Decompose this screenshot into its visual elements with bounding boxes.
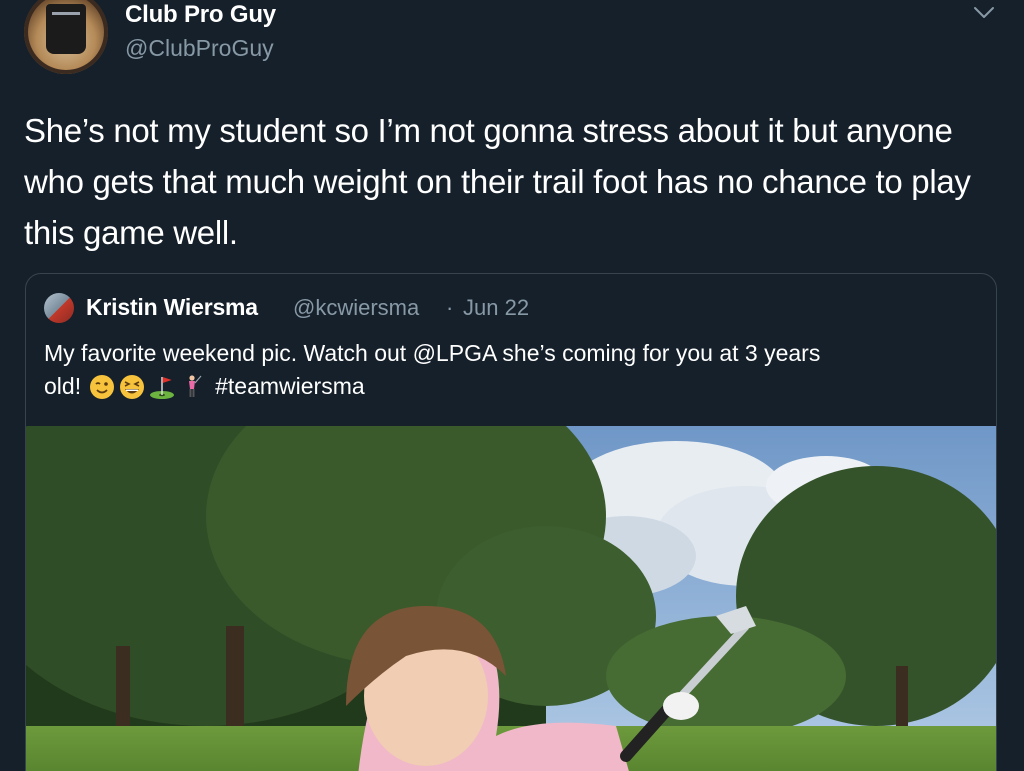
- winking-face-icon: [90, 374, 115, 399]
- quoted-text-old: old!: [44, 373, 82, 399]
- quoted-author-handle: @kcwiersma: [293, 295, 420, 320]
- hashtag-link[interactable]: #teamwiersma: [215, 370, 365, 403]
- chevron-down-icon[interactable]: [972, 4, 996, 22]
- author-display-name[interactable]: Club Pro Guy: [125, 1, 276, 29]
- quoted-text-line1: My favorite weekend pic. Watch out @LPGA…: [44, 340, 821, 366]
- author-handle[interactable]: @ClubProGuy: [125, 35, 274, 62]
- tweet: Club Pro Guy @ClubProGuy She’s not my st…: [0, 0, 1024, 771]
- tweet-text: She’s not my student so I’m not gonna st…: [24, 112, 971, 251]
- quoted-photo[interactable]: [26, 426, 997, 771]
- quoted-text-line2: old! #teamwiersma: [44, 370, 365, 403]
- flag-in-hole-icon: [150, 376, 175, 399]
- author-avatar[interactable]: [24, 0, 108, 74]
- woman-golfing-icon: [189, 374, 202, 397]
- quoted-separator: ·: [446, 295, 454, 320]
- quoted-tweet-card[interactable]: Kristin Wiersma @kcwiersma · Jun 22 My f…: [25, 273, 997, 771]
- quoted-author-display-name: Kristin Wiersma: [86, 294, 258, 320]
- grinning-squinting-face-icon: [120, 374, 145, 399]
- quoted-author-avatar: [44, 293, 74, 323]
- avatar-shirt-graphic: [46, 4, 86, 54]
- quoted-date: Jun 22: [463, 295, 530, 320]
